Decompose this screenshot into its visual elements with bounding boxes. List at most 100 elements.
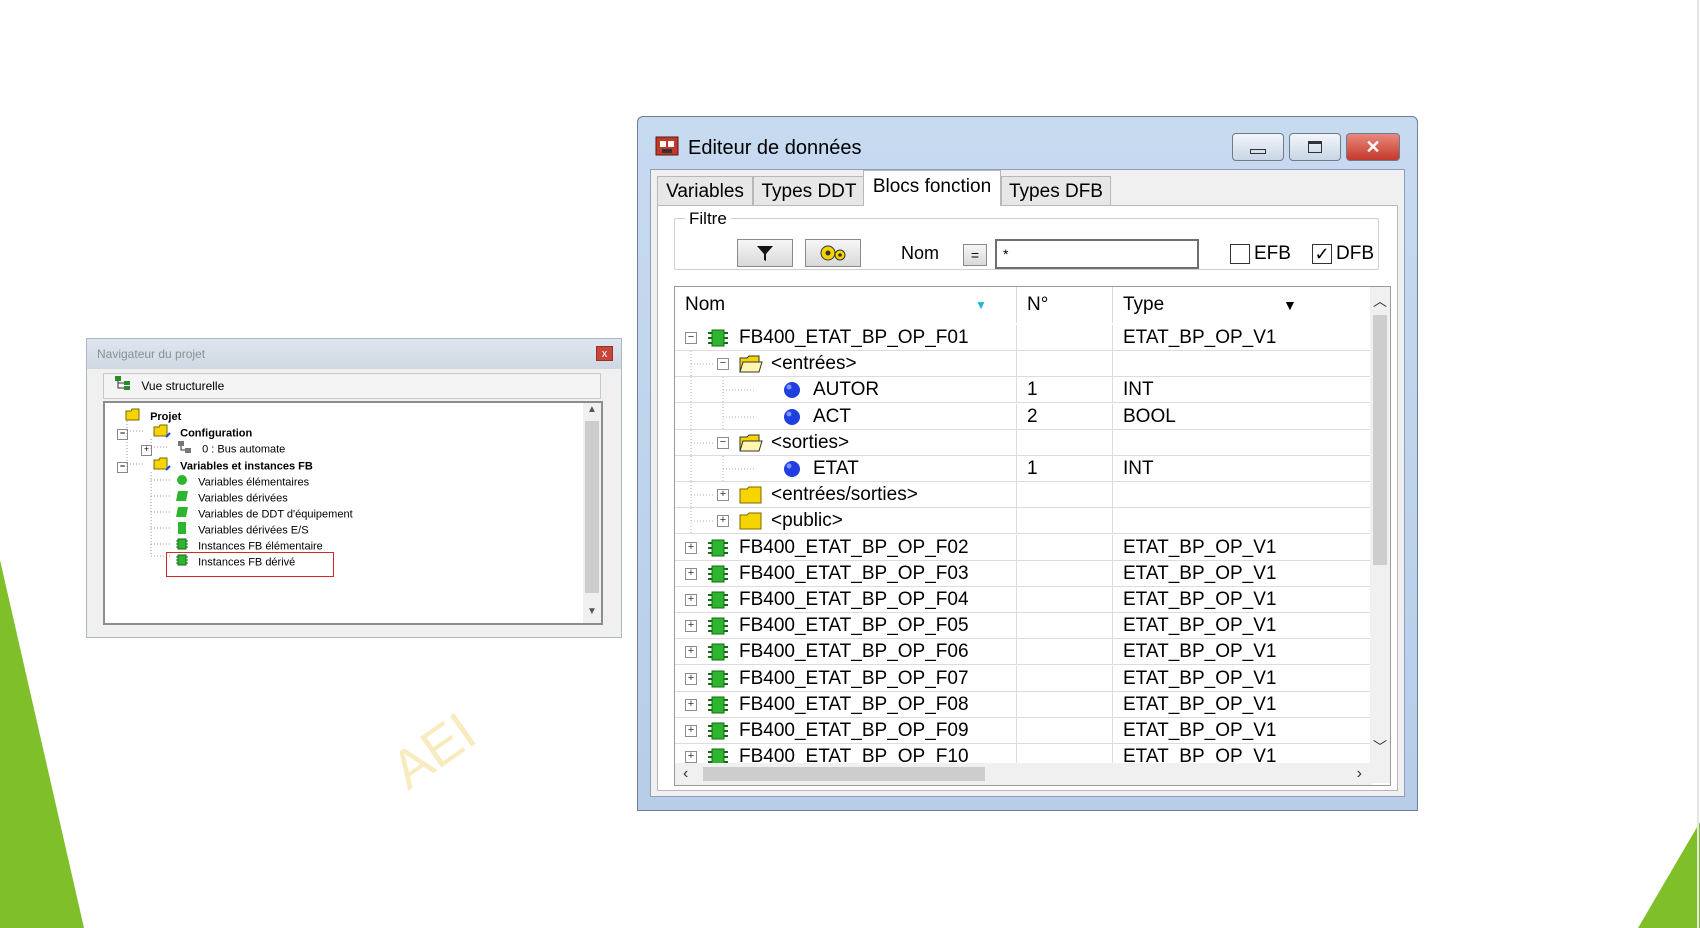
vertical-scroll-thumb[interactable]: [1373, 315, 1387, 565]
name-filter-label: Nom: [901, 243, 940, 263]
tab-types-ddt[interactable]: Types DDT: [753, 176, 865, 206]
table-row[interactable]: ACT 2 BOOL: [675, 403, 1372, 432]
expand-icon[interactable]: +: [685, 751, 697, 764]
table-row[interactable]: + <public>: [675, 508, 1372, 535]
gears-icon: [820, 245, 846, 261]
scroll-thumb[interactable]: [585, 421, 599, 593]
table-row[interactable]: + FB400_ETAT_BP_OP_F06 ETAT_BP_OP_V1: [675, 639, 1372, 667]
tree-item-bus-automate[interactable]: + 0 : Bus automate: [141, 440, 285, 457]
navigator-vertical-scrollbar[interactable]: ▲ ▼: [583, 403, 601, 623]
row-number: 2: [1016, 403, 1112, 430]
tree-guide: [690, 377, 755, 404]
scroll-left-icon[interactable]: ‹: [683, 765, 688, 783]
tree-item-configuration[interactable]: − Configuration: [117, 424, 252, 441]
tree-item-variables-elementaires[interactable]: Variables élémentaires: [175, 473, 309, 489]
tab-vue-structurelle[interactable]: Vue structurelle: [103, 373, 601, 399]
tree-item-variables-ddt-equipement[interactable]: Variables de DDT d'équipement: [175, 505, 353, 521]
tab-blocs-fonction[interactable]: Blocs fonction: [863, 170, 1001, 206]
maximize-button[interactable]: [1289, 133, 1341, 161]
horizontal-scroll-thumb[interactable]: [703, 767, 985, 781]
row-type: BOOL: [1112, 403, 1332, 430]
expand-icon[interactable]: +: [717, 489, 729, 502]
fb-chip-icon: [707, 616, 729, 641]
expand-icon[interactable]: +: [685, 698, 697, 711]
efb-checkbox-box[interactable]: [1230, 244, 1250, 264]
expand-icon[interactable]: +: [141, 445, 152, 457]
pin-icon: [781, 459, 803, 484]
expand-icon[interactable]: +: [685, 620, 697, 633]
table-row[interactable]: + FB400_ETAT_BP_OP_F08 ETAT_BP_OP_V1: [675, 691, 1372, 718]
scroll-down-icon[interactable]: ▼: [583, 606, 601, 622]
table-vertical-scrollbar[interactable]: ︿ ﹀: [1370, 287, 1390, 783]
project-navigator-window: Navigateur du projet x Vue structurelle …: [86, 338, 622, 638]
expand-icon[interactable]: +: [685, 541, 697, 554]
navigator-close-button[interactable]: x: [596, 346, 613, 361]
row-type: ETAT_BP_OP_V1: [1112, 587, 1332, 613]
table-row[interactable]: − FB400_ETAT_BP_OP_F01 ETAT_BP_OP_V1: [675, 325, 1372, 351]
expand-icon[interactable]: +: [717, 515, 729, 528]
tab-variables[interactable]: Variables: [657, 176, 753, 206]
folder-open-icon: [739, 433, 763, 458]
column-header-type[interactable]: Type ▼: [1112, 287, 1332, 323]
efb-checkbox[interactable]: EFB: [1230, 243, 1291, 265]
expand-icon[interactable]: +: [685, 594, 697, 606]
table-row[interactable]: + FB400_ETAT_BP_OP_F02 ETAT_BP_OP_V1: [675, 534, 1372, 561]
tree-guide: [690, 403, 755, 430]
collapse-icon[interactable]: −: [717, 436, 729, 449]
row-name: <entrées>: [771, 353, 857, 375]
dfb-checkbox-box[interactable]: ✓: [1312, 244, 1332, 264]
pin-icon: [781, 407, 803, 432]
scroll-right-icon[interactable]: ›: [1357, 765, 1362, 783]
collapse-icon[interactable]: −: [117, 462, 128, 474]
expand-icon[interactable]: +: [685, 646, 697, 659]
row-type: [1112, 482, 1332, 509]
operator-button[interactable]: =: [963, 244, 987, 266]
filter-options-button[interactable]: [805, 239, 861, 267]
filter-apply-button[interactable]: [737, 239, 793, 267]
tree-item-variables-instances[interactable]: − Variables et instances FB: [117, 457, 313, 474]
table-row[interactable]: AUTOR 1 INT: [675, 377, 1372, 404]
table-row[interactable]: + <entrées/sorties>: [675, 482, 1372, 509]
collapse-icon[interactable]: −: [685, 332, 697, 344]
collapse-icon[interactable]: −: [117, 429, 128, 441]
expand-icon[interactable]: +: [685, 567, 697, 580]
tree-item-instances-fb-elementaire[interactable]: Instances FB élémentaire: [175, 537, 323, 553]
table-row[interactable]: + FB400_ETAT_BP_OP_F07 ETAT_BP_OP_V1: [675, 665, 1372, 692]
column-header-num[interactable]: N°: [1016, 287, 1112, 323]
table-row[interactable]: + FB400_ETAT_BP_OP_F09 ETAT_BP_OP_V1: [675, 718, 1372, 744]
table-row[interactable]: − <entrées>: [675, 351, 1372, 378]
scroll-up-icon[interactable]: ▲: [583, 404, 601, 420]
row-type: ETAT_BP_OP_V1: [1112, 665, 1332, 692]
blocs-fonction-panel: Filtre Nom = EFB ✓ DFB: [657, 205, 1398, 791]
table-row[interactable]: + FB400_ETAT_BP_OP_F03 ETAT_BP_OP_V1: [675, 560, 1372, 587]
fb-chip-icon: [707, 642, 729, 667]
row-number: [1016, 587, 1112, 613]
tab-types-dfb[interactable]: Types DFB: [1001, 176, 1111, 206]
row-name: ETAT: [813, 458, 859, 479]
row-name: FB400_ETAT_BP_OP_F06: [739, 641, 969, 663]
collapse-icon[interactable]: −: [717, 358, 729, 371]
tree-guide: [690, 508, 715, 535]
row-type: INT: [1112, 377, 1332, 404]
minimize-button[interactable]: [1232, 133, 1284, 161]
filter-group: Filtre Nom = EFB ✓ DFB: [674, 209, 1379, 270]
table-row[interactable]: ETAT 1 INT: [675, 456, 1372, 482]
scroll-up-icon[interactable]: ︿: [1370, 291, 1390, 311]
tree-item-variables-derivees-es[interactable]: Variables dérivées E/S: [175, 521, 309, 537]
expand-icon[interactable]: +: [685, 672, 697, 685]
row-name: FB400_ETAT_BP_OP_F08: [739, 693, 969, 715]
column-header-nom[interactable]: Nom ▼: [675, 287, 1016, 323]
name-filter-input[interactable]: [995, 239, 1199, 269]
tree-item-variables-derivees[interactable]: Variables dérivées: [175, 489, 288, 505]
table-row[interactable]: + FB400_ETAT_BP_OP_F04 ETAT_BP_OP_V1: [675, 587, 1372, 613]
dfb-checkbox[interactable]: ✓ DFB: [1312, 243, 1374, 265]
expand-icon[interactable]: +: [685, 725, 697, 737]
tree-item-projet[interactable]: Projet: [125, 408, 181, 424]
row-number: [1016, 665, 1112, 692]
close-button[interactable]: ✕: [1346, 133, 1400, 161]
table-row[interactable]: + FB400_ETAT_BP_OP_F05 ETAT_BP_OP_V1: [675, 613, 1372, 641]
table-row[interactable]: − <sorties>: [675, 429, 1372, 458]
row-name: FB400_ETAT_BP_OP_F03: [739, 562, 969, 584]
scroll-down-icon[interactable]: ﹀: [1370, 737, 1390, 757]
table-horizontal-scrollbar[interactable]: ‹ ›: [675, 763, 1372, 785]
